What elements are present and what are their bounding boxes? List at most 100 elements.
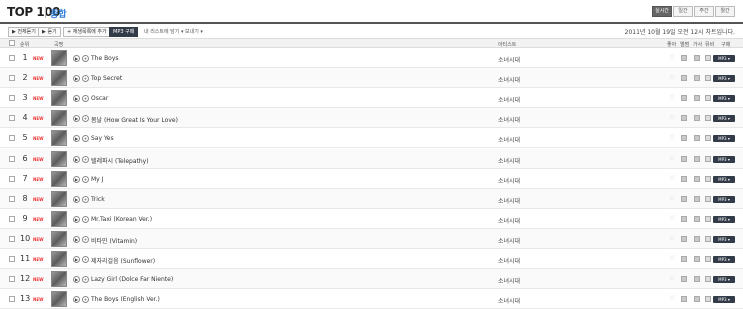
album-art[interactable] [51,190,67,207]
tab-weekly[interactable]: 주간 [694,6,714,17]
track-checkbox[interactable] [9,75,15,82]
mv-icon[interactable] [705,215,711,222]
play-icon[interactable]: ▶ [73,296,80,304]
album-art[interactable] [51,50,67,66]
mp3-buy-row-button[interactable]: MP3 ▾ [713,75,735,83]
track-checkbox[interactable] [9,235,15,242]
album-icon[interactable] [681,135,687,142]
add-icon[interactable]: + [82,55,89,62]
mv-icon[interactable] [705,296,711,303]
track-artist[interactable]: 소녀시대 [498,75,520,84]
mv-icon[interactable] [705,135,711,142]
track-checkbox[interactable] [9,276,15,283]
track-title[interactable]: 봄날 (How Great Is Your Love) [91,115,178,124]
tab-monthly[interactable]: 월간 [715,6,735,17]
mp3-buy-row-button[interactable]: MP3 ▾ [713,55,735,62]
lyrics-icon[interactable] [694,276,700,283]
track-checkbox[interactable] [9,55,15,61]
add-icon[interactable]: + [82,256,89,263]
track-artist[interactable]: 소녀시대 [498,135,520,144]
add-icon[interactable]: + [82,75,89,83]
album-icon[interactable] [681,75,687,82]
play-icon[interactable]: ▶ [73,215,80,223]
track-artist[interactable]: 소녀시대 [498,115,520,124]
track-artist[interactable]: 소녀시대 [498,176,520,185]
like-star-icon[interactable]: ☆ [669,294,675,302]
add-icon[interactable]: + [82,276,89,284]
play-icon[interactable]: ▶ [73,95,80,103]
add-icon[interactable]: + [82,195,89,203]
mv-icon[interactable] [705,175,711,182]
track-artist[interactable]: 소녀시대 [498,256,520,265]
play-icon[interactable]: ▶ [73,235,80,243]
track-checkbox[interactable] [9,155,15,162]
add-icon[interactable]: + [82,155,89,163]
track-title[interactable]: Mr.Taxi (Korean Ver.) [91,216,152,223]
album-art[interactable] [51,130,67,147]
track-artist[interactable]: 소녀시대 [498,296,520,305]
like-star-icon[interactable]: ☆ [669,93,675,101]
add-my-list-link[interactable]: 내 리스트에 담기 ▾ [144,28,184,35]
mv-icon[interactable] [705,155,711,162]
album-art[interactable] [51,271,67,288]
add-icon[interactable]: + [82,95,89,103]
album-icon[interactable] [681,235,687,242]
mv-icon[interactable] [705,235,711,242]
album-icon[interactable] [681,175,687,182]
mv-icon[interactable] [705,115,711,122]
like-star-icon[interactable]: ☆ [669,274,675,282]
track-artist[interactable]: 소녀시대 [498,196,520,205]
play-icon[interactable]: ▶ [73,55,80,62]
like-star-icon[interactable]: ☆ [669,73,675,81]
play-all-button[interactable]: ▶ 전체듣기 [8,27,40,37]
tab-daily[interactable]: 일간 [673,6,693,17]
album-icon[interactable] [681,55,687,61]
album-art[interactable] [51,150,67,167]
mp3-buy-row-button[interactable]: MP3 ▾ [713,276,735,284]
lyrics-icon[interactable] [694,115,700,122]
play-icon[interactable]: ▶ [73,175,80,183]
listen-button[interactable]: ▶ 듣기 [38,27,61,37]
track-checkbox[interactable] [9,296,15,303]
like-star-icon[interactable]: ☆ [669,154,675,162]
track-artist[interactable]: 소녀시대 [498,276,520,285]
mp3-buy-row-button[interactable]: MP3 ▾ [713,195,735,203]
add-icon[interactable]: + [82,215,89,223]
mp3-buy-row-button[interactable]: MP3 ▾ [713,115,735,123]
mp3-buy-row-button[interactable]: MP3 ▾ [713,155,735,163]
track-title[interactable]: My J [91,176,103,183]
track-checkbox[interactable] [9,175,15,182]
track-checkbox[interactable] [9,135,15,142]
mp3-buy-row-button[interactable]: MP3 ▾ [713,296,735,304]
mv-icon[interactable] [705,55,711,61]
track-checkbox[interactable] [9,115,15,122]
album-art[interactable] [51,210,67,227]
lyrics-icon[interactable] [694,195,700,202]
like-star-icon[interactable]: ☆ [669,133,675,141]
album-art[interactable] [51,251,67,267]
select-all-checkbox[interactable] [9,40,15,46]
send-link[interactable]: 보내기 ▾ [185,28,203,35]
album-art[interactable] [51,110,67,127]
track-title[interactable]: 제자리걸음 (Sunflower) [91,256,155,265]
track-checkbox[interactable] [9,215,15,222]
album-art[interactable] [51,291,67,308]
mv-icon[interactable] [705,256,711,262]
album-art[interactable] [51,170,67,187]
add-icon[interactable]: + [82,115,89,123]
add-icon[interactable]: + [82,135,89,143]
track-artist[interactable]: 소녀시대 [498,95,520,104]
track-artist[interactable]: 소녀시대 [498,216,520,225]
mv-icon[interactable] [705,276,711,283]
play-icon[interactable]: ▶ [73,195,80,203]
mp3-buy-row-button[interactable]: MP3 ▾ [713,95,735,103]
lyrics-icon[interactable] [694,95,700,102]
album-icon[interactable] [681,155,687,162]
mp3-buy-row-button[interactable]: MP3 ▾ [713,215,735,223]
mp3-buy-button[interactable]: MP3 구매 [109,27,139,37]
track-checkbox[interactable] [9,95,15,102]
mv-icon[interactable] [705,75,711,82]
play-icon[interactable]: ▶ [73,155,80,163]
tab-realtime[interactable]: 실시간 [652,6,672,17]
play-icon[interactable]: ▶ [73,276,80,284]
